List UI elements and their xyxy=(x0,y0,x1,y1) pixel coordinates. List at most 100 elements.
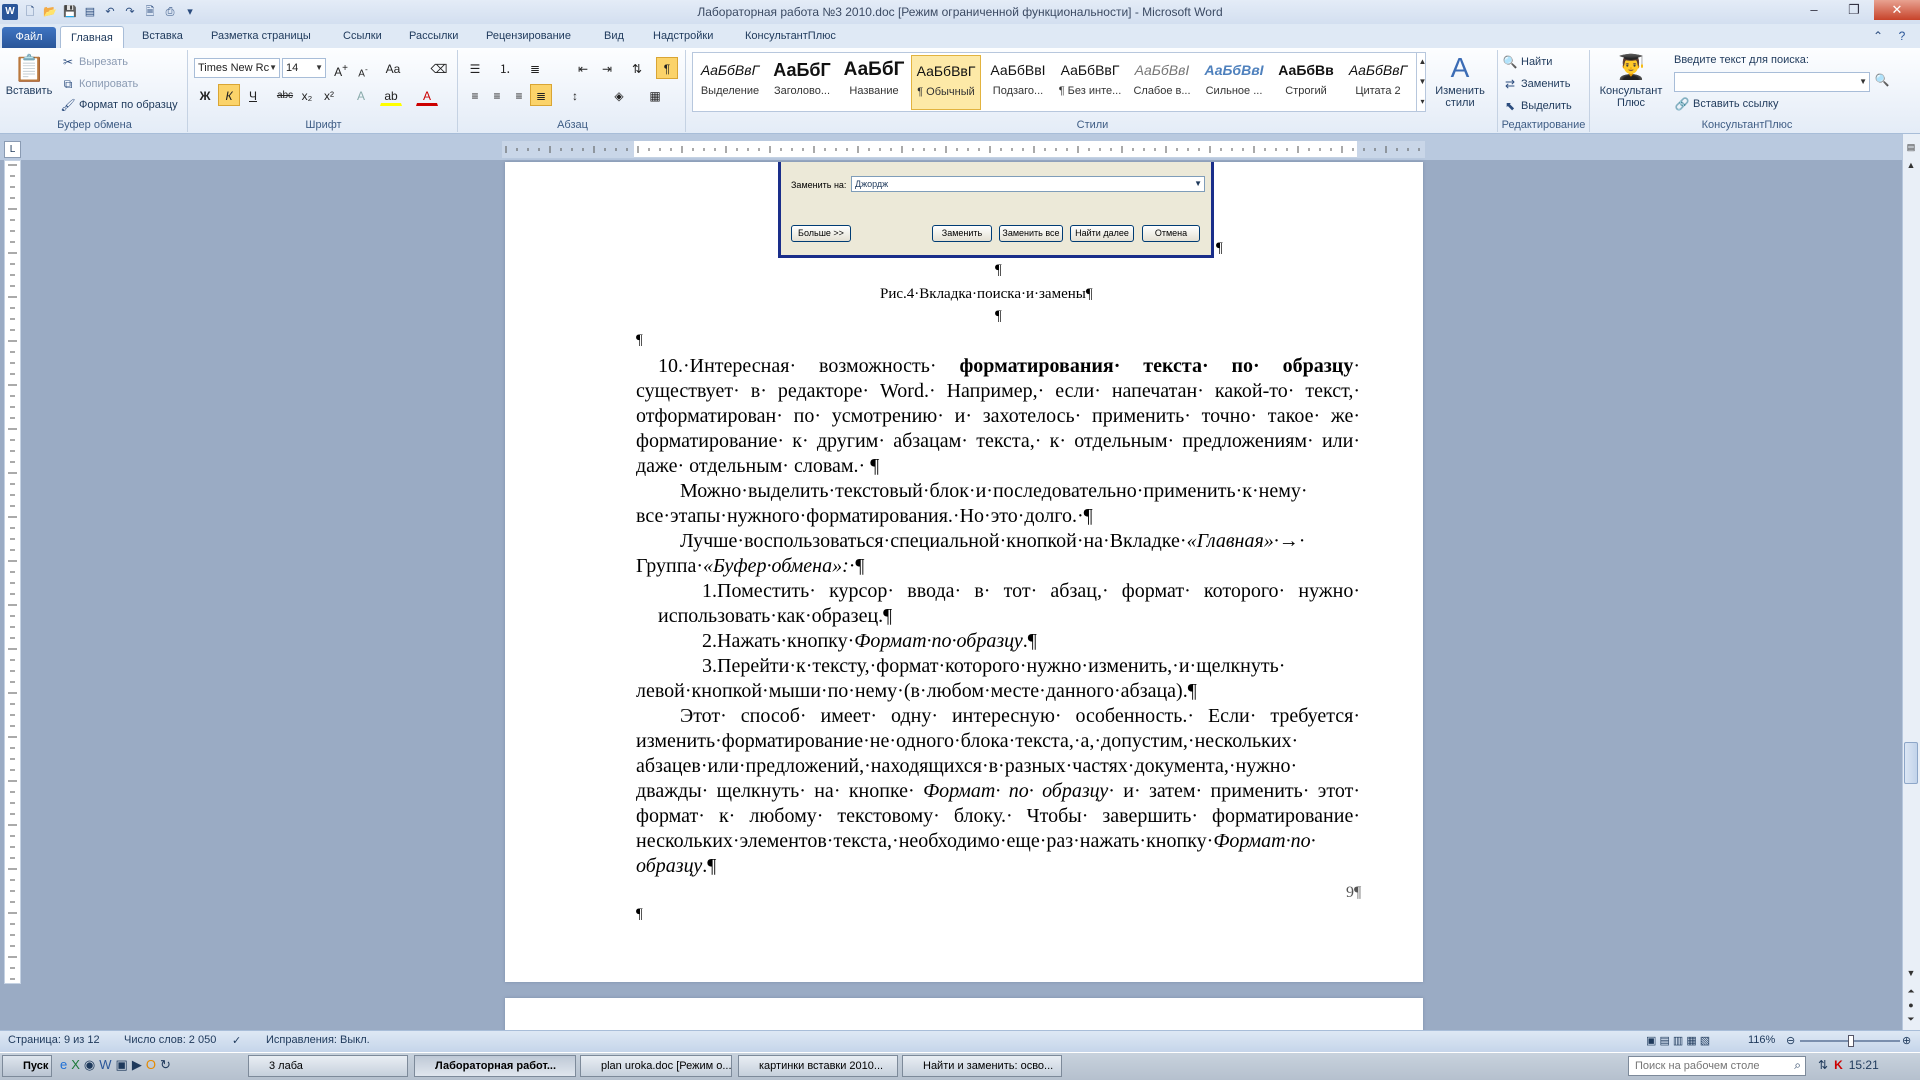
find-button[interactable]: 🔍 Найти xyxy=(1502,54,1553,70)
help-icon[interactable]: ? xyxy=(1894,28,1910,44)
bullets-button[interactable]: ☰ xyxy=(464,57,486,79)
zoom-slider-thumb[interactable] xyxy=(1848,1035,1854,1047)
proofing-icon[interactable]: ✓ xyxy=(232,1034,241,1047)
text-effects-button[interactable]: A xyxy=(350,84,372,106)
antivirus-icon[interactable]: K xyxy=(1834,1058,1843,1072)
font-name-combo[interactable]: Times New Rc ▼ xyxy=(194,58,280,78)
tab-home[interactable]: Главная xyxy=(60,26,124,48)
highlight-button[interactable]: ab xyxy=(380,84,402,106)
multilevel-list-button[interactable]: ≣ xyxy=(524,57,546,79)
print-preview-icon[interactable]: 🗎 xyxy=(142,4,158,20)
zoom-in-button[interactable]: ⊕ xyxy=(1902,1034,1911,1047)
change-case-button[interactable]: Aa xyxy=(382,57,404,79)
tab-consultant[interactable]: КонсультантПлюс xyxy=(735,24,846,48)
paragraph-special-feature[interactable]: Этот· способ· имеет· одну· интересную· о… xyxy=(636,704,1360,879)
style-subtitle[interactable]: АаБбВвІ Подзаго... xyxy=(983,55,1053,110)
print-icon[interactable]: ⎙ xyxy=(162,4,178,20)
track-changes-status[interactable]: Исправления: Выкл. xyxy=(266,1034,370,1046)
zoom-level[interactable]: 116% xyxy=(1748,1034,1775,1046)
subscript-button[interactable]: x₂ xyxy=(296,84,318,106)
word-logo-icon[interactable]: W xyxy=(2,4,18,20)
font-size-combo[interactable]: 14 ▼ xyxy=(282,58,326,78)
underline-button[interactable]: Ч xyxy=(242,84,264,106)
save-icon[interactable]: 💾 xyxy=(62,4,78,20)
shrink-font-button[interactable]: A- xyxy=(352,57,374,79)
desktop-search[interactable]: ⌕ xyxy=(1628,1056,1806,1076)
strikethrough-button[interactable]: abc xyxy=(274,84,296,106)
style-subtle-emphasis[interactable]: АаБбВвІ Слабое в... xyxy=(1127,55,1197,110)
select-button[interactable]: ⬉ Выделить xyxy=(1502,98,1572,114)
word-icon[interactable]: W xyxy=(99,1057,111,1073)
new-document-icon[interactable]: 🗋 xyxy=(22,4,38,20)
scroll-up-button[interactable]: ▲ xyxy=(1904,158,1918,172)
style-no-spacing[interactable]: АаБбВвГ ¶ Без инте... xyxy=(1055,55,1125,110)
paragraph-select-block[interactable]: Можно·выделить·текстовый·блок·и·последов… xyxy=(636,479,1360,529)
ie-icon[interactable]: e xyxy=(60,1057,67,1073)
taskbar-item-browser[interactable]: Найти и заменить: осво... xyxy=(902,1055,1062,1077)
increase-indent-button[interactable]: ⇥ xyxy=(596,57,618,79)
style-emphasis[interactable]: АаБбВвГ Выделение xyxy=(695,55,765,110)
sync-icon[interactable]: ↻ xyxy=(160,1057,171,1073)
style-heading[interactable]: АаБбГ Заголово... xyxy=(767,55,837,110)
italic-button[interactable]: К xyxy=(218,84,240,106)
start-button[interactable]: Пуск xyxy=(2,1055,52,1077)
media-icon[interactable]: ◉ xyxy=(84,1057,95,1073)
taskbar-item-plan-doc[interactable]: plan uroka.doc [Режим о... xyxy=(580,1055,732,1077)
minimize-button[interactable]: – xyxy=(1794,0,1834,20)
paragraph-10[interactable]: 10.·Интересная· возможность· форматирова… xyxy=(636,354,1360,479)
show-formatting-marks-button[interactable]: ¶ xyxy=(656,57,678,79)
consultant-plus-button[interactable]: 👨‍🎓 Консультант Плюс xyxy=(1594,52,1668,109)
taskbar-item-pictures-doc[interactable]: картинки вставки 2010... xyxy=(738,1055,898,1077)
figure-caption[interactable]: Рис.4·Вкладка·поиска·и·замены¶ xyxy=(880,286,1093,303)
style-title[interactable]: АаБбГ Название xyxy=(839,55,909,110)
player-icon[interactable]: ▶ xyxy=(132,1057,142,1073)
ruler-toggle-icon[interactable]: ▤ xyxy=(1904,140,1918,154)
horizontal-ruler[interactable] xyxy=(502,141,1425,158)
list-item-1[interactable]: 1.Поместить· курсор· ввода· в· тот· абза… xyxy=(658,579,1360,629)
justify-button[interactable]: ≣ xyxy=(530,84,552,106)
browse-object-button[interactable]: ● xyxy=(1904,998,1918,1012)
tab-review[interactable]: Рецензирование xyxy=(476,24,581,48)
zoom-out-button[interactable]: ⊖ xyxy=(1786,1034,1795,1047)
word-count-status[interactable]: Число слов: 2 050 xyxy=(124,1034,216,1046)
tab-mailings[interactable]: Рассылки xyxy=(399,24,468,48)
view-buttons[interactable]: ▣ ▤ ▥ ▦ ▧ xyxy=(1646,1034,1710,1047)
previous-page-button[interactable]: ⏶ xyxy=(1904,984,1918,998)
desktop-search-input[interactable] xyxy=(1629,1057,1779,1075)
next-page-button[interactable]: ⏷ xyxy=(1904,1012,1918,1026)
explorer-icon[interactable]: ▣ xyxy=(116,1057,128,1073)
font-color-button[interactable]: A xyxy=(416,84,438,106)
page-count-status[interactable]: Страница: 9 из 12 xyxy=(8,1034,100,1046)
insert-link-button[interactable]: 🔗 Вставить ссылку xyxy=(1674,96,1779,112)
change-styles-button[interactable]: A Изменить стили xyxy=(1430,52,1490,109)
tab-references[interactable]: Ссылки xyxy=(333,24,392,48)
style-intense-emphasis[interactable]: АаБбВвІ Сильное ... xyxy=(1199,55,1269,110)
open-icon[interactable]: 📂 xyxy=(42,4,58,20)
taskbar-item-lab-doc[interactable]: Лабораторная работ... xyxy=(414,1055,576,1077)
search-icon[interactable]: ⌕ xyxy=(1794,1058,1801,1073)
undo-icon[interactable]: ↶ xyxy=(102,4,118,20)
shading-button[interactable]: ◈ xyxy=(608,84,630,106)
scroll-down-button[interactable]: ▼ xyxy=(1904,966,1918,980)
clock[interactable]: 15:21 xyxy=(1849,1058,1879,1072)
outlook-icon[interactable]: O xyxy=(146,1057,156,1073)
maximize-button[interactable]: ❐ xyxy=(1834,0,1874,20)
consultant-search-input[interactable]: ▼ xyxy=(1674,72,1870,92)
tab-page-layout[interactable]: Разметка страницы xyxy=(201,24,321,48)
consultant-search-button[interactable]: 🔍 xyxy=(1874,72,1890,88)
grow-font-button[interactable]: A+ xyxy=(330,57,352,79)
style-normal[interactable]: АаБбВвГ ¶ Обычный xyxy=(911,55,981,110)
format-painter-button[interactable]: 🖌 Формат по образцу xyxy=(60,97,177,113)
align-right-button[interactable]: ≡ xyxy=(508,84,530,106)
numbering-button[interactable]: ⒈ xyxy=(494,57,516,79)
excel-icon[interactable]: X xyxy=(71,1057,80,1073)
taskbar-item-folder[interactable]: 3 лаба xyxy=(248,1055,408,1077)
line-spacing-button[interactable]: ↕ xyxy=(564,84,586,106)
close-button[interactable]: ✕ xyxy=(1874,0,1920,20)
tab-selector-button[interactable]: L xyxy=(4,141,21,158)
tab-file[interactable]: Файл xyxy=(2,27,56,48)
tab-view[interactable]: Вид xyxy=(594,24,634,48)
copy-button[interactable]: ⧉ Копировать xyxy=(60,76,139,92)
vertical-scrollbar[interactable] xyxy=(1902,134,1920,1030)
gallery-scroll-buttons[interactable]: ▲ ▼ ▾ xyxy=(1416,52,1428,112)
